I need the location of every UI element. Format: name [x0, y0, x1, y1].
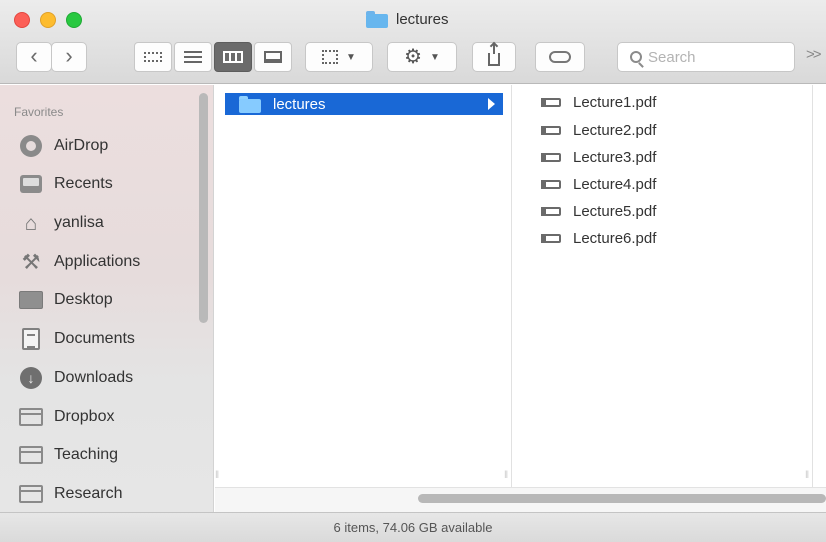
file-row[interactable]: Lecture4.pdf [541, 171, 656, 197]
search-input[interactable] [648, 48, 768, 66]
folder-icon [239, 95, 261, 113]
pdf-file-icon [541, 152, 561, 162]
sidebar-item-recents[interactable]: Recents [18, 170, 198, 198]
sidebar-item-label: Teaching [54, 446, 119, 463]
sidebar-section-favorites: Favorites [14, 105, 64, 119]
gear-icon: ⚙ [404, 46, 423, 68]
sidebar-item-desktop[interactable]: Desktop [18, 286, 198, 314]
file-row[interactable]: Lecture2.pdf [541, 117, 656, 143]
gallery-view-icon [264, 51, 282, 63]
airdrop-icon [20, 135, 42, 157]
disclosure-arrow-icon [488, 98, 495, 110]
title-bar: lectures ‹ › ▼ ⚙ ▼ Search >> [0, 0, 826, 84]
chevron-down-icon: ▼ [430, 51, 440, 63]
sidebar-item-label: Documents [54, 330, 135, 347]
folder-icon [19, 446, 43, 464]
list-view-icon [184, 51, 202, 63]
sidebar-item-label: Desktop [54, 291, 113, 308]
gallery-view-button[interactable] [254, 42, 292, 72]
sidebar-item-dropbox[interactable]: Dropbox [18, 403, 198, 431]
list-view-button[interactable] [174, 42, 212, 72]
file-row[interactable]: Lecture3.pdf [541, 144, 656, 170]
file-name: Lecture2.pdf [573, 121, 657, 139]
home-icon: ⌂ [24, 211, 38, 235]
toolbar-overflow-button[interactable]: >> [806, 46, 821, 63]
arrange-button[interactable]: ▼ [305, 42, 373, 72]
pdf-file-icon [541, 206, 561, 216]
status-text: 6 items, 74.06 GB available [333, 520, 493, 535]
chevron-left-icon: ‹ [30, 42, 38, 68]
icon-view-icon [144, 52, 162, 62]
sidebar-item-label: AirDrop [54, 137, 109, 154]
sidebar: Favorites AirDrop Recents ⌂ yanlisa ⚒ Ap… [0, 85, 214, 512]
pdf-file-icon [541, 125, 561, 135]
column-resize-handle[interactable]: ‖ [805, 470, 809, 481]
icon-view-button[interactable] [134, 42, 172, 72]
file-row[interactable]: Lecture1.pdf [541, 89, 656, 115]
column-resize-handle[interactable]: ‖ [504, 470, 508, 481]
action-button[interactable]: ⚙ ▼ [387, 42, 457, 72]
folder-row-label: lectures [273, 95, 326, 113]
sidebar-item-downloads[interactable]: ↓ Downloads [18, 364, 198, 392]
share-icon [488, 43, 500, 66]
forward-button[interactable]: › [51, 42, 87, 72]
sidebar-item-applications[interactable]: ⚒ Applications [18, 248, 198, 276]
arrange-icon [322, 50, 339, 64]
chevron-down-icon: ▼ [346, 51, 356, 63]
minimize-button[interactable] [40, 12, 56, 28]
column-2: Lecture1.pdf Lecture2.pdf Lecture3.pdf L… [513, 85, 813, 487]
sidebar-item-label: Research [54, 485, 123, 502]
sidebar-item-yanlisa[interactable]: ⌂ yanlisa [18, 209, 198, 237]
search-icon [630, 51, 642, 63]
sidebar-item-documents[interactable]: Documents [18, 325, 198, 353]
column-3 [814, 85, 826, 487]
documents-icon [22, 328, 40, 350]
sidebar-item-teaching[interactable]: Teaching [18, 441, 198, 469]
sidebar-item-label: Recents [54, 175, 113, 192]
folder-icon [19, 485, 43, 503]
file-row[interactable]: Lecture5.pdf [541, 198, 656, 224]
sidebar-item-label: Downloads [54, 369, 134, 386]
status-bar: 6 items, 74.06 GB available [0, 512, 826, 542]
downloads-icon: ↓ [20, 367, 42, 389]
sidebar-item-research[interactable]: Research [18, 480, 198, 508]
tags-button[interactable] [535, 42, 585, 72]
share-button[interactable] [472, 42, 516, 72]
window-title-text: lectures [396, 10, 449, 28]
folder-row-lectures[interactable]: lectures [225, 93, 503, 115]
file-row[interactable]: Lecture6.pdf [541, 225, 656, 251]
tag-icon [549, 51, 571, 63]
file-name: Lecture5.pdf [573, 202, 657, 220]
folder-icon [19, 408, 43, 426]
column-resize-handle[interactable]: ‖ [215, 470, 219, 481]
recents-icon [20, 175, 42, 193]
sidebar-item-label: yanlisa [54, 214, 104, 231]
finder-window: lectures ‹ › ▼ ⚙ ▼ Search >> Favorites A… [0, 0, 826, 542]
back-button[interactable]: ‹ [16, 42, 52, 72]
sidebar-item-label: Applications [54, 253, 141, 270]
sidebar-item-airdrop[interactable]: AirDrop [18, 132, 198, 160]
desktop-icon [19, 291, 43, 309]
file-name: Lecture4.pdf [573, 175, 657, 193]
horizontal-scrollbar[interactable] [418, 494, 826, 503]
pdf-file-icon [541, 233, 561, 243]
search-field[interactable] [617, 42, 795, 72]
applications-icon: ⚒ [21, 249, 41, 274]
column-1: lectures ‖ ‖ [215, 85, 512, 487]
column-view-icon [223, 51, 243, 63]
pdf-file-icon [541, 97, 561, 107]
file-name: Lecture6.pdf [573, 229, 657, 247]
view-mode-control [134, 42, 292, 72]
column-view-button[interactable] [214, 42, 252, 72]
file-name: Lecture3.pdf [573, 148, 657, 166]
window-title: lectures [366, 8, 449, 30]
pdf-file-icon [541, 179, 561, 189]
sidebar-item-label: Dropbox [54, 408, 115, 425]
chevron-right-icon: › [65, 42, 73, 68]
maximize-button[interactable] [66, 12, 82, 28]
file-name: Lecture1.pdf [573, 93, 657, 111]
folder-icon [366, 10, 388, 28]
sidebar-scrollbar[interactable] [199, 93, 208, 323]
close-button[interactable] [14, 12, 30, 28]
